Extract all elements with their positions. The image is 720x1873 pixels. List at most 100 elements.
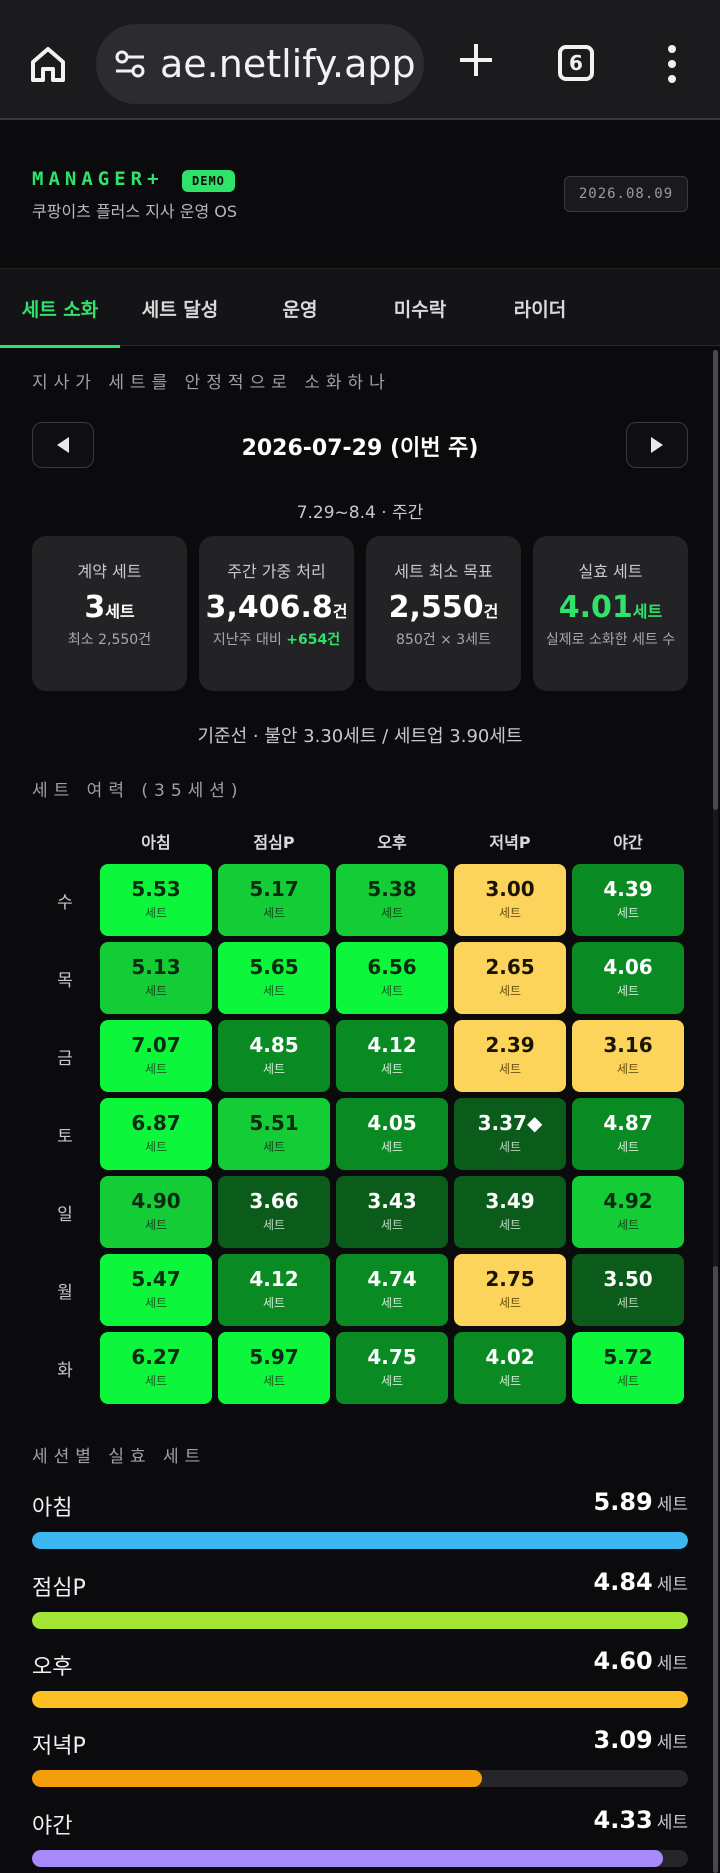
heatmap-cell[interactable]: 6.56 세트 bbox=[336, 942, 448, 1014]
cell-value: 6.27 bbox=[131, 1345, 181, 1369]
kpi-label: 세트 최소 목표 bbox=[394, 562, 493, 581]
heatmap-cell[interactable]: 3.43 세트 bbox=[336, 1176, 448, 1248]
cell-unit: 세트 bbox=[380, 984, 404, 998]
heatmap-cell[interactable]: 2.39 세트 bbox=[454, 1020, 566, 1092]
row-header: 토 bbox=[57, 1127, 73, 1147]
cell-value: 5.51 bbox=[249, 1111, 299, 1135]
tab-operations[interactable]: 운영 bbox=[240, 269, 360, 347]
row-header: 수 bbox=[57, 893, 73, 913]
cell-value: 4.06 bbox=[603, 955, 653, 979]
tab-riders[interactable]: 라이더 bbox=[480, 269, 600, 347]
cell-unit: 세트 bbox=[380, 1062, 404, 1076]
session-name: 아침 bbox=[32, 1496, 73, 1521]
cell-value: 4.85 bbox=[249, 1033, 299, 1057]
heatmap-cell[interactable]: 5.97 세트 bbox=[218, 1332, 330, 1404]
prev-week-button[interactable] bbox=[32, 422, 94, 468]
more-vert-icon[interactable] bbox=[664, 44, 680, 84]
heatmap-cell[interactable]: 2.75 세트 bbox=[454, 1254, 566, 1326]
progress-fill bbox=[32, 1770, 483, 1787]
heatmap-cell[interactable]: 3.37◆ 세트 bbox=[454, 1098, 566, 1170]
heatmap-cell[interactable]: 2.65 세트 bbox=[454, 942, 566, 1014]
heatmap-cell[interactable]: 3.66 세트 bbox=[218, 1176, 330, 1248]
heatmap-cell[interactable]: 5.51 세트 bbox=[218, 1098, 330, 1170]
cell-unit: 세트 bbox=[262, 906, 286, 920]
cell-value: 4.12 bbox=[249, 1267, 299, 1291]
cell-value: 4.87 bbox=[603, 1111, 653, 1135]
session-value: 4.60 세트 bbox=[594, 1647, 689, 1675]
kpi-unit: 건 bbox=[332, 602, 348, 621]
heatmap-cell[interactable]: 4.06 세트 bbox=[572, 942, 684, 1014]
heatmap-cell[interactable]: 4.12 세트 bbox=[218, 1254, 330, 1326]
heatmap-cell[interactable]: 4.74 세트 bbox=[336, 1254, 448, 1326]
cell-value: 4.74 bbox=[367, 1267, 417, 1291]
row-header: 일 bbox=[57, 1205, 73, 1225]
cell-unit: 세트 bbox=[380, 1296, 404, 1310]
heatmap-cell[interactable]: 4.39 세트 bbox=[572, 864, 684, 936]
heatmap-cell[interactable]: 4.90 세트 bbox=[100, 1176, 212, 1248]
tabs-icon[interactable]: 6 bbox=[558, 45, 594, 81]
heatmap-cell[interactable]: 4.85 세트 bbox=[218, 1020, 330, 1092]
heatmap-cell[interactable]: 5.47 세트 bbox=[100, 1254, 212, 1326]
cell-value: 5.65 bbox=[249, 955, 299, 979]
plus-icon[interactable] bbox=[456, 40, 496, 80]
heatmap-cell[interactable]: 6.27 세트 bbox=[100, 1332, 212, 1404]
cell-unit: 세트 bbox=[144, 1374, 168, 1388]
cell-unit: 세트 bbox=[498, 984, 522, 998]
heatmap-cell[interactable]: 4.75 세트 bbox=[336, 1332, 448, 1404]
heatmap-cell[interactable]: 5.17 세트 bbox=[218, 864, 330, 936]
cell-unit: 세트 bbox=[380, 906, 404, 920]
date-chip[interactable]: 2026.08.09 bbox=[564, 176, 688, 212]
cell-value: 2.75 bbox=[485, 1267, 535, 1291]
kpi-sub: 850건 × 3세트 bbox=[396, 632, 491, 648]
progress-fill bbox=[32, 1612, 688, 1629]
kpi-label: 주간 가중 처리 bbox=[227, 562, 326, 581]
progress-track bbox=[32, 1691, 688, 1708]
heatmap-cell[interactable]: 4.92 세트 bbox=[572, 1176, 684, 1248]
address-bar[interactable]: ae.netlify.app bbox=[96, 24, 424, 104]
tab-unaccepted[interactable]: 미수락 bbox=[360, 269, 480, 347]
heatmap-cell[interactable]: 5.65 세트 bbox=[218, 942, 330, 1014]
tab-set-consumption[interactable]: 세트 소화 bbox=[0, 269, 120, 348]
heatmap-cell[interactable]: 3.50 세트 bbox=[572, 1254, 684, 1326]
cell-unit: 세트 bbox=[262, 1062, 286, 1076]
session-name: 오후 bbox=[32, 1655, 73, 1680]
scrollbar-thumb-lower[interactable] bbox=[713, 1266, 718, 1873]
cell-unit: 세트 bbox=[498, 1296, 522, 1310]
brand-subtitle: 쿠팡이츠 플러스 지사 운영 OS bbox=[32, 202, 238, 221]
main-tabs: 세트 소화 세트 달성 운영 미수락 라이더 bbox=[0, 268, 720, 348]
heatmap-cell[interactable]: 4.87 세트 bbox=[572, 1098, 684, 1170]
heatmap-cell[interactable]: 3.00 세트 bbox=[454, 864, 566, 936]
heatmap-cell[interactable]: 6.87 세트 bbox=[100, 1098, 212, 1170]
cell-unit: 세트 bbox=[144, 906, 168, 920]
heatmap-cell[interactable]: 5.13 세트 bbox=[100, 942, 212, 1014]
page-settings-icon[interactable] bbox=[114, 49, 146, 79]
row-header: 화 bbox=[57, 1361, 73, 1381]
kpi-value: 2,550건 bbox=[366, 590, 521, 625]
cell-value: 5.17 bbox=[249, 877, 299, 901]
cell-unit: 세트 bbox=[262, 1218, 286, 1232]
heatmap-cell[interactable]: 5.72 세트 bbox=[572, 1332, 684, 1404]
session-unit: 세트 bbox=[656, 1654, 688, 1674]
heatmap-cell[interactable]: 4.05 세트 bbox=[336, 1098, 448, 1170]
heatmap-cell[interactable]: 4.12 세트 bbox=[336, 1020, 448, 1092]
heatmap-cell[interactable]: 3.49 세트 bbox=[454, 1176, 566, 1248]
cell-value: 4.90 bbox=[131, 1189, 181, 1213]
session-number: 4.84 bbox=[593, 1568, 653, 1596]
scrollbar-thumb[interactable] bbox=[713, 350, 718, 810]
session-number: 5.89 bbox=[593, 1488, 653, 1516]
next-week-button[interactable] bbox=[626, 422, 688, 468]
home-icon[interactable] bbox=[28, 44, 68, 84]
kpi-effective-sets: 실효 세트 4.01세트 실제로 소화한 세트 수 bbox=[533, 536, 688, 691]
kpi-number: 4.01 bbox=[558, 590, 633, 625]
heatmap-cell[interactable]: 5.38 세트 bbox=[336, 864, 448, 936]
row-header: 금 bbox=[57, 1049, 73, 1069]
kpi-contract-sets: 계약 세트 3세트 최소 2,550건 bbox=[32, 536, 187, 691]
heatmap-cell[interactable]: 7.07 세트 bbox=[100, 1020, 212, 1092]
heatmap-cell[interactable]: 4.02 세트 bbox=[454, 1332, 566, 1404]
tab-set-achievement[interactable]: 세트 달성 bbox=[120, 269, 240, 347]
heatmap-cell[interactable]: 5.53 세트 bbox=[100, 864, 212, 936]
session-value: 3.09 세트 bbox=[594, 1726, 689, 1754]
heatmap-cell[interactable]: 3.16 세트 bbox=[572, 1020, 684, 1092]
cell-unit: 세트 bbox=[498, 1062, 522, 1076]
baseline-note: 기준선 · 불안 3.30세트 / 세트업 3.90세트 bbox=[197, 726, 523, 747]
